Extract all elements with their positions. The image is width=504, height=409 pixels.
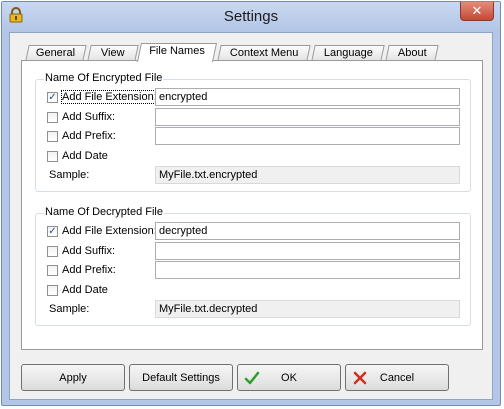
decrypted-add-suffix-checkbox[interactable] [47, 245, 58, 257]
sample-label: Sample: [49, 303, 90, 315]
encrypted-add-date-checkbox[interactable] [47, 150, 58, 162]
decrypted-suffix-input[interactable] [155, 242, 460, 260]
checkbox-label: Add Date [62, 284, 108, 296]
decrypted-file-group: Name Of Decrypted File ✓ Add File Extens… [35, 206, 471, 326]
encrypted-add-extension-row[interactable]: ✓ Add File Extension: [47, 90, 158, 104]
checkbox-label: Add File Extension: [62, 225, 157, 237]
group-title: Name Of Decrypted File [44, 206, 164, 218]
decrypted-add-date-checkbox[interactable] [47, 284, 58, 296]
checkbox-label: Add Date [62, 150, 108, 162]
ok-button[interactable]: OK [237, 364, 341, 391]
checkbox-label: Add File Extension: [61, 90, 158, 104]
decrypted-add-suffix-row[interactable]: Add Suffix: [47, 244, 115, 258]
default-settings-button[interactable]: Default Settings [129, 364, 233, 391]
close-icon: ✕ [471, 3, 483, 18]
checkmark-icon [244, 371, 260, 385]
apply-button[interactable]: Apply [21, 364, 125, 391]
decrypted-add-date-row[interactable]: Add Date [47, 283, 108, 297]
window-title: Settings [223, 8, 279, 25]
button-label: Default Settings [142, 371, 220, 384]
encrypted-suffix-input[interactable] [155, 108, 460, 126]
decrypted-sample-value: MyFile.txt.decrypted [155, 300, 460, 318]
button-label: Cancel [379, 371, 415, 384]
checkbox-label: Add Prefix: [62, 264, 116, 276]
decrypted-extension-input[interactable]: decrypted [155, 222, 460, 240]
encrypted-add-suffix-row[interactable]: Add Suffix: [47, 110, 115, 124]
encrypted-sample-value: MyFile.txt.encrypted [155, 166, 460, 184]
button-label: Apply [59, 371, 87, 384]
cancel-button[interactable]: Cancel [345, 364, 449, 391]
tab-language[interactable]: Language [311, 45, 385, 61]
checkbox-label: Add Prefix: [62, 130, 116, 142]
encrypted-prefix-input[interactable] [155, 127, 460, 145]
encrypted-add-extension-checkbox[interactable]: ✓ [47, 91, 58, 103]
encrypted-extension-input[interactable]: encrypted [155, 88, 460, 106]
settings-window: Settings ✕ General View File Names Conte… [1, 1, 501, 406]
decrypted-prefix-input[interactable] [155, 261, 460, 279]
encrypted-file-group: Name Of Encrypted File ✓ Add File Extens… [35, 72, 471, 192]
encrypted-add-date-row[interactable]: Add Date [47, 149, 108, 163]
button-label: OK [281, 371, 297, 384]
encrypted-add-prefix-row[interactable]: Add Prefix: [47, 129, 116, 143]
close-button[interactable]: ✕ [460, 2, 494, 21]
tab-about[interactable]: About [385, 45, 439, 61]
red-x-icon [353, 371, 367, 385]
file-names-panel: Name Of Encrypted File ✓ Add File Extens… [21, 60, 483, 350]
tab-file-names[interactable]: File Names [136, 43, 218, 62]
group-title: Name Of Encrypted File [44, 72, 164, 84]
encrypted-add-prefix-checkbox[interactable] [47, 130, 58, 142]
tab-view[interactable]: View [87, 45, 139, 61]
checkbox-label: Add Suffix: [62, 111, 115, 123]
dialog-client-area: General View File Names Context Menu Lan… [9, 32, 493, 400]
tab-general[interactable]: General [25, 45, 87, 61]
decrypted-add-extension-row[interactable]: ✓ Add File Extension: [47, 224, 157, 238]
decrypted-add-prefix-checkbox[interactable] [47, 264, 58, 276]
sample-label: Sample: [49, 169, 90, 181]
tab-context-menu[interactable]: Context Menu [217, 45, 311, 61]
decrypted-add-extension-checkbox[interactable]: ✓ [47, 225, 58, 237]
title-bar: Settings ✕ [2, 2, 500, 31]
decrypted-add-prefix-row[interactable]: Add Prefix: [47, 263, 116, 277]
checkbox-label: Add Suffix: [62, 245, 115, 257]
encrypted-add-suffix-checkbox[interactable] [47, 111, 58, 123]
